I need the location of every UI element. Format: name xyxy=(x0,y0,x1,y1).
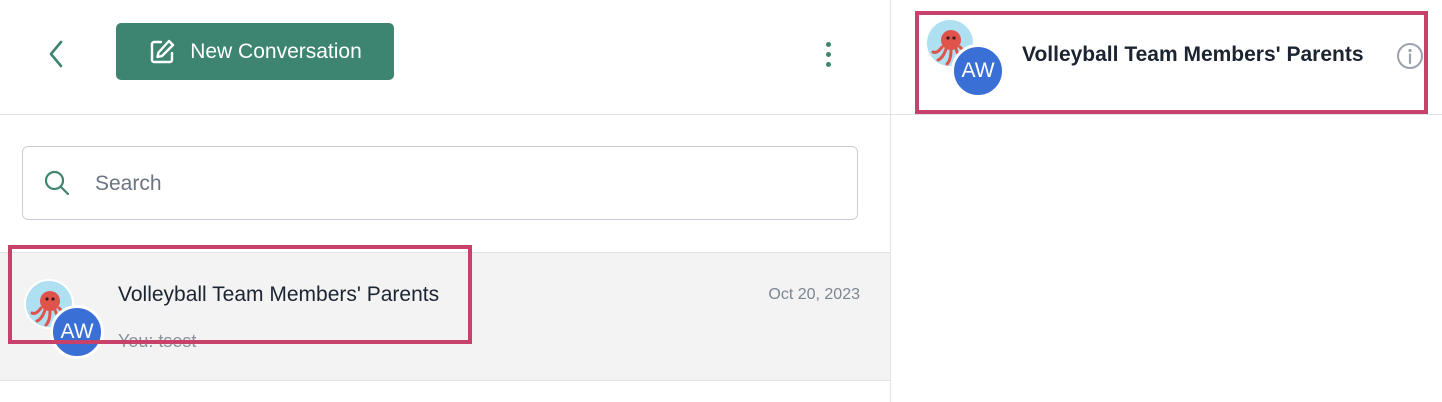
conversation-list-pane: New Conversation AW Volleyball Team Memb… xyxy=(0,0,890,402)
new-conversation-button[interactable]: New Conversation xyxy=(116,23,394,80)
info-icon[interactable] xyxy=(1396,42,1424,70)
conversation-title: Volleyball Team Members' Parents xyxy=(118,283,440,306)
active-group-avatar: AW xyxy=(925,18,1005,98)
new-conversation-label: New Conversation xyxy=(190,39,362,63)
list-divider-bottom xyxy=(0,380,890,381)
search-input[interactable] xyxy=(93,161,837,207)
edit-icon xyxy=(151,39,175,63)
search-icon xyxy=(44,170,70,196)
back-chevron-icon xyxy=(49,40,63,68)
kebab-menu-icon xyxy=(825,41,831,47)
header-divider xyxy=(0,114,890,115)
more-options-button[interactable] xyxy=(814,36,842,72)
conversation-list-item[interactable]: AW Volleyball Team Members' Parents Oct … xyxy=(0,253,890,380)
initials-avatar: AW xyxy=(50,305,104,359)
group-avatar: AW xyxy=(24,279,104,359)
back-button[interactable] xyxy=(38,36,74,72)
initials-avatar: AW xyxy=(951,44,1005,98)
header-divider-right xyxy=(891,114,1442,115)
conversation-date: Oct 20, 2023 xyxy=(768,286,860,303)
search-box xyxy=(22,146,858,220)
conversation-detail-pane: AW Volleyball Team Members' Parents xyxy=(891,0,1442,402)
conversation-preview: You: tsest xyxy=(118,331,197,351)
active-conversation-title: Volleyball Team Members' Parents xyxy=(1022,43,1364,66)
